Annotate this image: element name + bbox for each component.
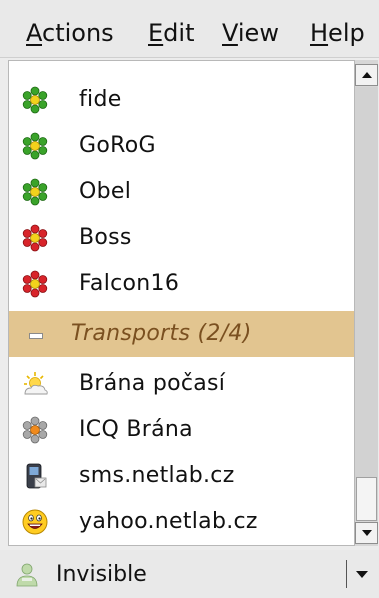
transport-row[interactable]: sms.netlab.cz bbox=[9, 453, 354, 499]
transport-row[interactable]: ICQ Brána bbox=[9, 407, 354, 453]
status-selector[interactable]: Invisible bbox=[6, 554, 376, 594]
status-label: Invisible bbox=[56, 562, 147, 587]
transport-name: yahoo.netlab.cz bbox=[79, 509, 258, 534]
combo-separator bbox=[346, 560, 347, 588]
icq-flower-green-icon bbox=[22, 178, 48, 206]
group-header-transports[interactable]: Transports (2/4) bbox=[9, 311, 354, 357]
contact-row[interactable]: Boss bbox=[9, 215, 354, 261]
icq-flower-red-icon bbox=[22, 270, 48, 298]
transport-row[interactable]: yahoo.netlab.cz bbox=[9, 499, 354, 545]
contact-row-partial[interactable] bbox=[9, 61, 354, 69]
scroll-up-button[interactable] bbox=[355, 64, 378, 86]
transport-name: ICQ Brána bbox=[79, 417, 193, 442]
menu-help[interactable]: Help bbox=[310, 19, 365, 47]
menu-edit-label: dit bbox=[163, 19, 195, 47]
contact-row[interactable]: Falcon16 bbox=[9, 261, 354, 307]
scroll-track[interactable] bbox=[355, 87, 378, 521]
menu-actions-mnemonic: A bbox=[26, 19, 42, 47]
group-label: Transports (2/4) bbox=[71, 321, 252, 346]
contact-name: fide bbox=[79, 87, 122, 112]
menu-help-mnemonic: H bbox=[310, 19, 329, 47]
icq-flower-green-icon bbox=[22, 132, 48, 160]
weather-sun-cloud-icon bbox=[24, 372, 48, 395]
icq-flower-green-icon bbox=[22, 86, 48, 114]
arrow-down-icon bbox=[362, 530, 372, 536]
menu-view-mnemonic: V bbox=[222, 19, 238, 47]
contact-name: Obel bbox=[79, 179, 132, 204]
icq-flower-gray-icon bbox=[22, 416, 48, 444]
vertical-scrollbar[interactable] bbox=[354, 60, 378, 546]
menubar: Actions Edit View Help bbox=[0, 0, 379, 58]
menu-view[interactable]: View bbox=[222, 19, 279, 47]
minus-icon[interactable] bbox=[29, 333, 43, 339]
mobile-phone-icon bbox=[26, 463, 47, 489]
scroll-down-button[interactable] bbox=[355, 522, 378, 544]
menu-actions-label: ctions bbox=[42, 19, 114, 47]
transport-row[interactable]: Brána počasí bbox=[9, 361, 354, 407]
menu-edit[interactable]: Edit bbox=[148, 19, 194, 47]
contact-row[interactable]: Obel bbox=[9, 169, 354, 215]
contact-name: Boss bbox=[79, 225, 132, 250]
contact-name: GoRoG bbox=[79, 133, 156, 158]
menu-help-label: elp bbox=[328, 19, 365, 47]
invisible-person-icon bbox=[16, 563, 38, 587]
icq-flower-red-icon bbox=[22, 224, 48, 252]
contact-name: Falcon16 bbox=[79, 271, 180, 296]
dropdown-arrow-icon[interactable] bbox=[355, 570, 369, 579]
contact-row[interactable]: GoRoG bbox=[9, 123, 354, 169]
arrow-up-icon bbox=[362, 72, 372, 78]
scroll-thumb[interactable] bbox=[356, 477, 377, 521]
contact-row[interactable]: fide bbox=[9, 77, 354, 123]
menu-view-label: iew bbox=[237, 19, 279, 47]
menu-actions[interactable]: Actions bbox=[26, 19, 114, 47]
contact-list[interactable]: fide GoRoG Obel Boss Falcon16 Transports… bbox=[8, 60, 354, 546]
status-bar: Invisible bbox=[0, 550, 379, 598]
menu-edit-mnemonic: E bbox=[148, 19, 164, 47]
transport-name: sms.netlab.cz bbox=[79, 463, 235, 488]
yahoo-smiley-icon bbox=[22, 509, 48, 535]
transport-name: Brána počasí bbox=[79, 371, 226, 396]
